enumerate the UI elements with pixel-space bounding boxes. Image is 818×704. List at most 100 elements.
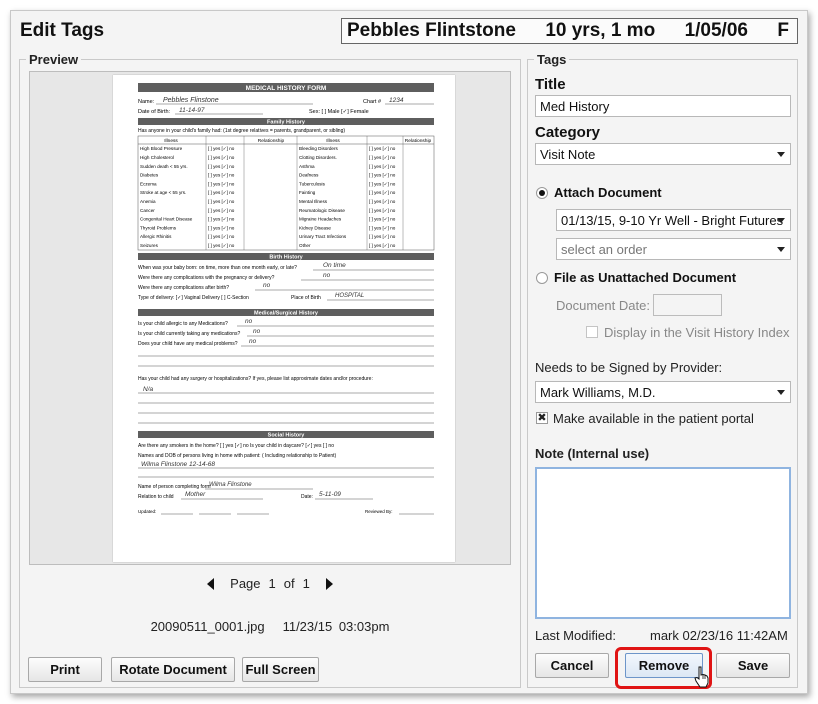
form-social-q2: Names and DOB of persons living in home …	[138, 453, 336, 459]
family-illness-left: Sudden death < 55 yrs.	[140, 164, 188, 169]
family-yes-no-right: [ ] yes [✓] no	[369, 173, 396, 178]
family-yes-no-right: [ ] yes [✓] no	[369, 234, 396, 239]
form-birth-place-label: Place of Birth	[291, 295, 321, 301]
family-illness-right: Deafness	[299, 173, 319, 178]
attach-document-radio[interactable]	[536, 187, 548, 199]
family-illness-right: Mental Illness	[299, 199, 328, 204]
family-yes-no-left: [ ] yes [✓] no	[208, 234, 235, 239]
form-med-q3: Does your child have any medical problem…	[138, 341, 238, 347]
tags-legend: Tags	[534, 52, 570, 67]
category-select[interactable]: Visit Note	[535, 143, 791, 165]
attach-order-select[interactable]: select an order	[556, 238, 791, 260]
form-updated-label: Updated:	[138, 509, 156, 514]
note-label: Note (Internal use)	[535, 446, 650, 461]
chevron-down-icon	[777, 218, 785, 223]
document-page: MEDICAL HISTORY FORM Name: Pebbles Flins…	[113, 75, 455, 562]
form-med-a1: no	[245, 318, 253, 325]
family-yes-no-right: [ ] yes [✓] no	[369, 190, 396, 195]
family-illness-left: Eczema	[140, 181, 157, 186]
family-yes-no-right: [ ] yes [✓] no	[369, 155, 396, 160]
family-history-table: Illness Relationship Illness Relationshi…	[137, 135, 435, 251]
family-illness-left: Thyroid Problems	[140, 225, 177, 230]
rotate-document-button[interactable]: Rotate Document	[111, 657, 235, 682]
pager-total-pages: 1	[302, 576, 310, 591]
chevron-down-icon	[777, 390, 785, 395]
family-yes-no-right: [ ] yes [✓] no	[369, 217, 396, 222]
title-input[interactable]: Med History	[535, 95, 791, 117]
document-date-label: Document Date:	[556, 298, 650, 313]
form-family-heading: Family History	[267, 120, 306, 126]
patient-portal-checkbox[interactable]: ✖	[536, 412, 548, 424]
document-preview-frame[interactable]: MEDICAL HISTORY FORM Name: Pebbles Flins…	[29, 71, 511, 565]
attach-order-placeholder: select an order	[561, 241, 647, 257]
form-birth-q1: When was your baby born: on time, more t…	[138, 265, 297, 271]
form-completed-by-label: Name of person completing form	[138, 484, 211, 490]
pager-page-word: Page	[230, 576, 261, 591]
family-yes-no-left: [ ] yes [✓] no	[208, 173, 235, 178]
file-timestamp: 11/23/15 03:03pm	[282, 619, 390, 634]
form-med-a4: N/a	[143, 386, 154, 393]
family-yes-no-right: [ ] yes [✓] no	[369, 243, 396, 248]
form-name-value: Pebbles Flinstone	[163, 97, 219, 104]
form-reviewed-label: Reviewed By:	[365, 509, 393, 514]
form-col-relationship-left: Relationship	[258, 138, 285, 144]
previous-page-icon[interactable]	[207, 577, 215, 590]
next-page-icon[interactable]	[325, 577, 333, 590]
save-button[interactable]: Save	[716, 653, 790, 678]
form-col-relationship-right: Relationship	[405, 138, 432, 144]
form-date-label: Date:	[301, 494, 313, 500]
family-yes-no-right: [ ] yes [✓] no	[369, 199, 396, 204]
family-illness-left: Stroke at age < 55 yrs.	[140, 190, 186, 195]
signer-select[interactable]: Mark Williams, M.D.	[535, 381, 791, 403]
form-birth-q4: Type of delivery: [✓] Vaginal Delivery […	[138, 295, 249, 301]
family-illness-left: Diabetes	[140, 173, 159, 178]
preview-legend: Preview	[26, 52, 82, 67]
form-heading: MEDICAL HISTORY FORM	[246, 85, 327, 92]
note-textarea[interactable]	[535, 467, 791, 619]
file-name: 20090511_0001.jpg	[150, 619, 265, 634]
form-med-a2: no	[253, 328, 261, 335]
category-label: Category	[535, 124, 601, 141]
form-birth-heading: Birth History	[269, 255, 303, 261]
form-chart-value: 1234	[389, 97, 404, 104]
display-visit-history-checkbox[interactable]	[586, 326, 598, 338]
family-illness-right: Other	[299, 243, 311, 248]
unattached-document-label: File as Unattached Document	[554, 270, 737, 285]
form-relation-label: Relation to child	[138, 494, 174, 500]
tags-group: Tags Title Med History Category Visit No…	[527, 52, 798, 689]
form-med-a3: no	[249, 338, 257, 345]
preview-group: Preview MEDICAL HISTORY FORM Name: Pebbl…	[19, 52, 521, 688]
attach-document-label: Attach Document	[554, 185, 662, 200]
unattached-document-radio[interactable]	[536, 272, 548, 284]
form-birth-a1: On time	[323, 262, 346, 269]
display-visit-history-label: Display in the Visit History Index	[604, 325, 790, 340]
last-modified-label: Last Modified:	[535, 628, 616, 643]
attach-visit-value: 01/13/15, 9-10 Yr Well - Bright Futures	[561, 212, 784, 228]
family-illness-right: Kidney Disease	[299, 225, 331, 230]
form-sex-label: Sex: [ ] Male [✓] Female	[309, 109, 369, 115]
family-yes-no-left: [ ] yes [✓] no	[208, 217, 235, 222]
print-button[interactable]: Print	[28, 657, 102, 682]
cancel-button[interactable]: Cancel	[535, 653, 609, 678]
remove-button[interactable]: Remove	[625, 653, 703, 678]
chevron-down-icon	[777, 152, 785, 157]
attach-visit-select[interactable]: 01/13/15, 9-10 Yr Well - Bright Futures	[556, 209, 791, 231]
form-relation-value: Mother	[185, 491, 206, 498]
form-social-q1: Are there any smokers in the home? [ ] y…	[138, 443, 334, 449]
form-col-illness-left: Illness	[164, 138, 178, 144]
patient-dob: 1/05/06	[684, 20, 748, 41]
signer-label: Needs to be Signed by Provider:	[535, 360, 723, 375]
pager-current-page: 1	[268, 576, 276, 591]
document-date-input[interactable]	[653, 294, 722, 316]
family-illness-right: Reumatologic Disease	[299, 208, 345, 213]
family-yes-no-right: [ ] yes [✓] no	[369, 181, 396, 186]
family-yes-no-left: [ ] yes [✓] no	[208, 243, 235, 248]
hand-cursor-icon	[694, 666, 709, 688]
form-med-q4: Has your child had any surgery or hospit…	[138, 376, 373, 382]
form-birth-place-value: HOSPITAL	[335, 293, 364, 299]
form-med-q1: Is your child allergic to any Medication…	[138, 321, 228, 327]
signer-value: Mark Williams, M.D.	[540, 384, 656, 400]
family-yes-no-left: [ ] yes [✓] no	[208, 164, 235, 169]
patient-sex: F	[777, 20, 789, 41]
full-screen-button[interactable]: Full Screen	[242, 657, 319, 682]
